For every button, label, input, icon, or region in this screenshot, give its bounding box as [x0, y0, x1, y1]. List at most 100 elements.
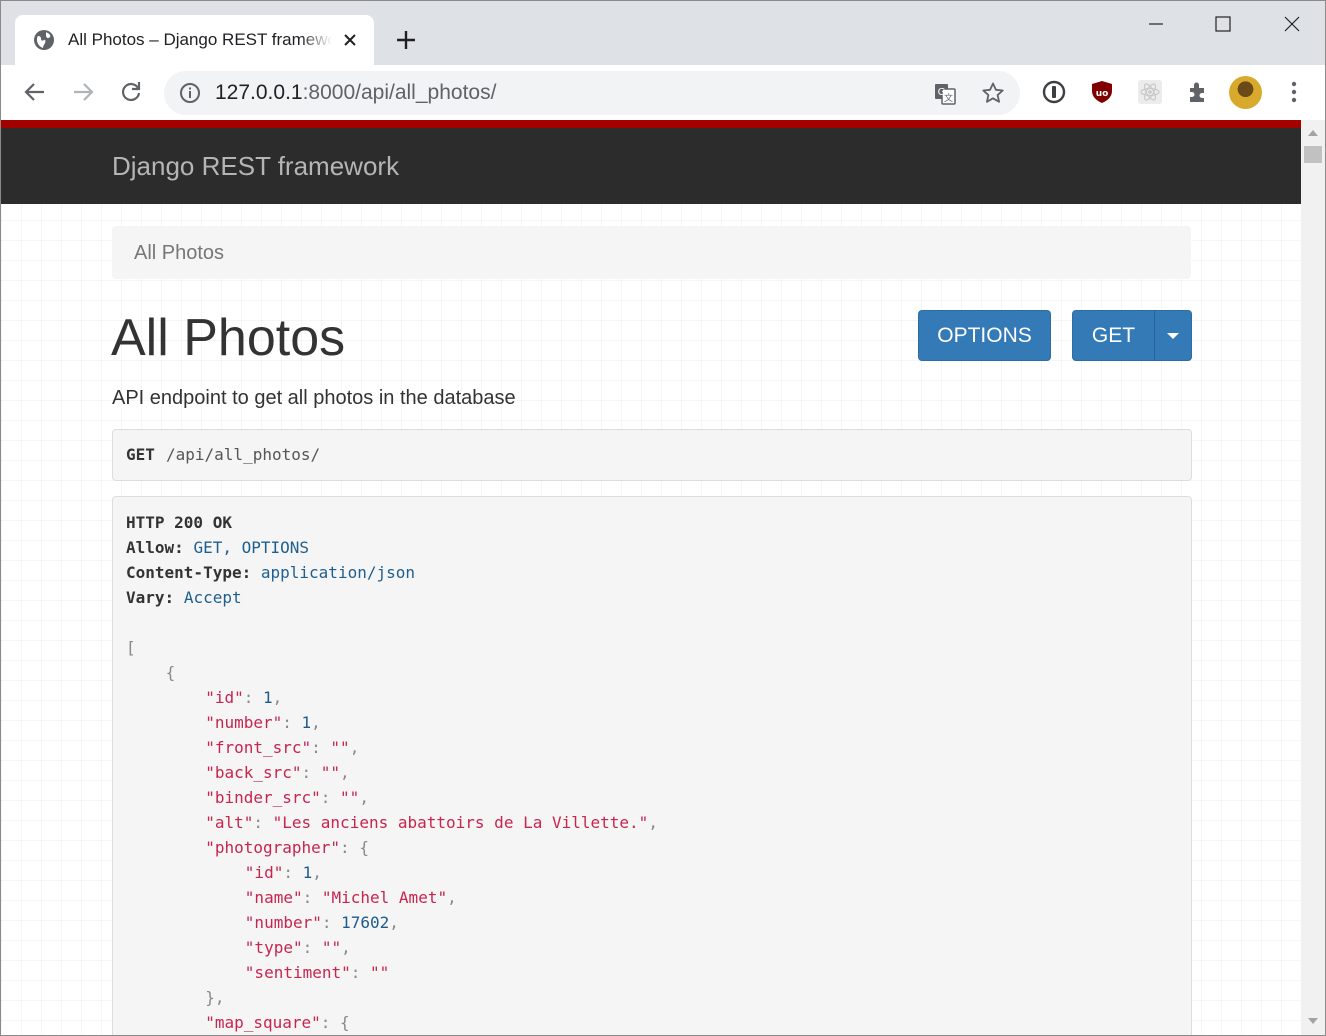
json-line: "front_src": "",: [205, 738, 359, 758]
json-token: "type": [244, 938, 303, 957]
json-line: "name": "Michel Amet",: [245, 888, 457, 908]
profile-avatar[interactable]: [1229, 76, 1262, 109]
json-token: ,: [349, 738, 360, 757]
back-icon[interactable]: [22, 79, 48, 105]
json-token: :: [302, 888, 322, 907]
url-text[interactable]: 127.0.0.1:8000/api/all_photos/: [215, 81, 496, 105]
json-token: "id": [244, 863, 284, 882]
json-line: "photographer": {: [205, 838, 369, 858]
forward-icon[interactable]: [70, 79, 96, 105]
json-token: "": [320, 763, 341, 782]
vertical-scrollbar[interactable]: [1301, 120, 1325, 1035]
endpoint-description: API endpoint to get all photos in the da…: [112, 387, 516, 409]
maximize-icon[interactable]: [1210, 11, 1236, 37]
close-window-icon[interactable]: [1279, 11, 1305, 37]
json-token: : {: [340, 838, 369, 857]
json-token: "front_src": [205, 738, 312, 757]
json-token: 1: [302, 863, 313, 882]
json-token: "": [370, 963, 390, 982]
browser-tab[interactable]: All Photos – Django REST framework: [15, 15, 374, 65]
translate-icon[interactable]: G 文: [933, 82, 957, 106]
request-info: GET /api/all_photos/: [112, 429, 1192, 481]
json-line: "sentiment": "": [245, 963, 390, 983]
globe-icon: [34, 30, 54, 50]
json-line: "back_src": "",: [205, 763, 350, 783]
navbar: Django REST framework: [1, 128, 1301, 204]
json-token: ,: [312, 863, 322, 882]
json-token: "": [330, 738, 350, 757]
json-token: ,: [389, 913, 399, 932]
json-line: "alt": "Les anciens abattoirs de La Vill…: [205, 813, 658, 833]
json-line: "type": "",: [245, 938, 351, 958]
response-header: Allow: GET, OPTIONS: [126, 538, 310, 557]
request-method: GET: [126, 445, 155, 464]
new-tab-icon[interactable]: [395, 29, 417, 51]
json-token: ,: [311, 713, 321, 732]
json-token: "": [321, 938, 342, 957]
json-token: :: [283, 863, 303, 882]
address-bar[interactable]: 127.0.0.1:8000/api/all_photos/ G 文: [164, 71, 1020, 115]
response-info: HTTP 200 OK Allow: GET, OPTIONS Content-…: [112, 496, 1192, 1035]
site-info-icon[interactable]: [179, 82, 201, 104]
extensions-puzzle-icon[interactable]: [1185, 79, 1211, 105]
page-title: All Photos: [111, 309, 346, 367]
url-host: 127.0.0.1: [215, 81, 303, 104]
json-token: "id": [205, 688, 244, 707]
json-line: "map_square": {: [205, 1013, 350, 1033]
json-token: ,: [648, 813, 658, 832]
json-token: 1: [262, 688, 273, 707]
json-token: 17602: [341, 913, 390, 932]
json-token: 1: [301, 713, 312, 732]
react-devtools-icon[interactable]: [1137, 79, 1163, 105]
svg-text:文: 文: [944, 92, 953, 104]
options-button[interactable]: OPTIONS: [918, 310, 1051, 361]
json-token: "Les anciens abattoirs de La Villette.": [272, 813, 649, 832]
breadcrumb: All Photos: [112, 226, 1191, 279]
json-token: : {: [320, 1013, 350, 1032]
browser-toolbar: 127.0.0.1:8000/api/all_photos/ G 文 uo: [1, 65, 1325, 120]
json-token: "": [340, 788, 360, 807]
browser-window: All Photos – Django REST framework 127.0…: [0, 0, 1326, 1036]
json-token: "sentiment": [244, 963, 351, 982]
bookmark-star-icon[interactable]: [981, 81, 1005, 105]
breadcrumb-item-all-photos[interactable]: All Photos: [134, 241, 224, 265]
json-token: :: [321, 913, 342, 932]
json-line: "binder_src": "",: [205, 788, 369, 808]
json-token: "number": [244, 913, 322, 932]
ublock-icon[interactable]: uo: [1089, 79, 1115, 105]
password-manager-icon[interactable]: [1041, 79, 1067, 105]
response-status: HTTP 200 OK: [126, 513, 232, 532]
json-token: ,: [272, 688, 283, 707]
chrome-menu-icon[interactable]: [1281, 79, 1307, 105]
json-token: :: [302, 938, 322, 957]
get-format-dropdown-button[interactable]: [1154, 310, 1192, 361]
scrollbar-thumb[interactable]: [1304, 146, 1322, 163]
tab-strip: All Photos – Django REST framework: [1, 1, 1325, 65]
tab-title: All Photos – Django REST framework: [68, 30, 332, 49]
reload-icon[interactable]: [118, 79, 144, 105]
close-tab-icon[interactable]: [341, 31, 359, 49]
json-line: "number": 17602,: [245, 913, 399, 933]
caret-down-icon: [1167, 333, 1179, 339]
scroll-down-icon[interactable]: [1308, 1018, 1318, 1024]
json-token: ,: [359, 788, 369, 807]
json-token: ,: [447, 888, 457, 907]
json-token: ,: [340, 763, 350, 782]
page-viewport: Django REST framework All Photos All Pho…: [1, 120, 1301, 1035]
json-token: ,: [341, 938, 351, 957]
response-header: Vary: Accept: [126, 588, 242, 607]
minimize-icon[interactable]: [1143, 11, 1169, 37]
json-token: :: [301, 763, 321, 782]
json-token: "alt": [205, 813, 254, 832]
brand-link[interactable]: Django REST framework: [112, 150, 399, 182]
json-token: "photographer": [205, 838, 341, 857]
json-token: "binder_src": [205, 788, 321, 807]
json-token: :: [350, 963, 371, 982]
svg-text:uo: uo: [1096, 89, 1109, 99]
scroll-up-icon[interactable]: [1308, 130, 1318, 136]
json-token: "Michel Amet": [321, 888, 448, 907]
json-line: {: [166, 663, 176, 683]
json-line: [: [126, 638, 136, 658]
json-line: "id": 1,: [205, 688, 282, 708]
get-button[interactable]: GET: [1072, 310, 1155, 361]
